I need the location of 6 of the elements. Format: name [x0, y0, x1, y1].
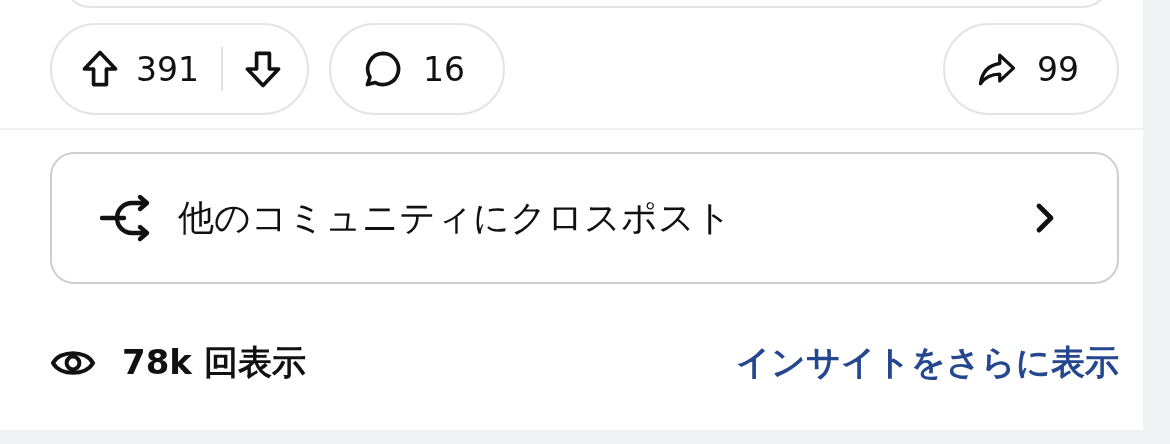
vote-count: 391: [136, 49, 199, 89]
comments-button[interactable]: 16: [329, 23, 505, 115]
view-count: 78k 回表示: [122, 341, 306, 384]
share-button[interactable]: 99: [943, 23, 1119, 115]
insights-link[interactable]: インサイトをさらに表示: [736, 340, 1119, 386]
crosspost-button[interactable]: 他のコミュニティにクロスポスト: [50, 152, 1119, 284]
